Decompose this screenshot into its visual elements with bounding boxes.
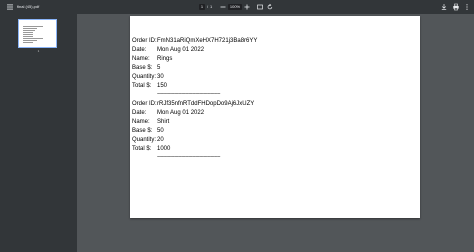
fit-to-page-icon[interactable] <box>256 3 264 11</box>
total-label: Total $: <box>132 146 152 152</box>
file-name: final (45).pdf <box>17 4 40 9</box>
thumbnail-text-line <box>23 40 37 41</box>
quantity-value: 30 <box>157 74 164 80</box>
page-separator: / <box>207 4 209 9</box>
zoom-level[interactable]: 100% <box>228 4 242 10</box>
order-id-label: Order ID: <box>132 101 157 107</box>
thumbnail-text-line <box>23 34 33 35</box>
thumbnail-text-line <box>23 36 33 37</box>
name-value: Shirt <box>157 119 170 125</box>
rotate-icon[interactable] <box>266 3 274 11</box>
base-value: 50 <box>157 128 164 134</box>
base-value: 5 <box>157 65 161 71</box>
thumbnail-text-line <box>23 30 35 31</box>
order-id-value: FmN31aRiQmXeHX7H721j3Ba8r6YY <box>157 38 258 44</box>
hamburger-menu-icon[interactable] <box>6 3 14 11</box>
page-thumbnail[interactable] <box>18 19 57 48</box>
page-total: 1 <box>210 4 213 9</box>
separator-line: ----------------------------------------… <box>157 154 220 160</box>
thumbnail-text-line <box>23 38 43 39</box>
print-icon[interactable] <box>452 3 460 11</box>
more-vertical-icon[interactable] <box>463 3 471 11</box>
zoom-in-icon[interactable] <box>243 3 251 11</box>
name-label: Name: <box>132 119 150 125</box>
total-label: Total $: <box>132 83 152 89</box>
page-number-input[interactable]: 1 <box>199 4 205 10</box>
order-id-value: rRJf35nfnRTddFHDopDo9Aj6JxUZY <box>157 101 255 107</box>
thumbnail-sidebar: 1 <box>0 14 77 252</box>
order-id-label: Order ID: <box>132 38 157 44</box>
separator-line: ----------------------------------------… <box>157 91 220 97</box>
date-label: Date: <box>132 110 147 116</box>
date-value: Mon Aug 01 2022 <box>157 47 205 53</box>
quantity-label: Quantity: <box>132 74 157 80</box>
zoom-out-icon[interactable] <box>219 3 227 11</box>
thumbnail-text-line <box>23 26 43 27</box>
quantity-label: Quantity: <box>132 137 157 143</box>
quantity-value: 20 <box>157 137 164 143</box>
thumbnail-text-line <box>23 42 33 43</box>
thumbnail-page-number: 1 <box>37 49 40 53</box>
thumbnail-text-line <box>23 32 33 33</box>
pdf-toolbar: final (45).pdf 1 / 1 100% <box>0 0 474 14</box>
thumbnail-text-line <box>23 28 37 29</box>
date-label: Date: <box>132 47 147 53</box>
date-value: Mon Aug 01 2022 <box>157 110 205 116</box>
base-label: Base $: <box>132 128 153 134</box>
name-value: Rings <box>157 56 173 62</box>
download-icon[interactable] <box>440 3 448 11</box>
base-label: Base $: <box>132 65 153 71</box>
name-label: Name: <box>132 56 150 62</box>
